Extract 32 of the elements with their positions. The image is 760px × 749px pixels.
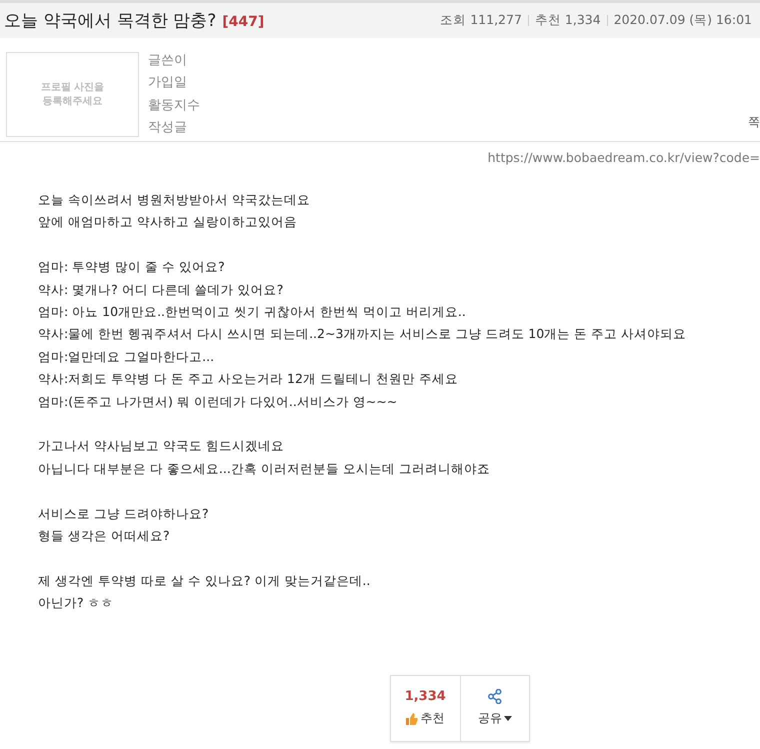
body-text-line: 앞에 애엄마하고 약사하고 실랑이하고있어음 (38, 213, 298, 232)
thumbs-up-icon (406, 712, 418, 726)
body-text-line: 엄마:얼만데요 그얼마한다고... (38, 348, 216, 366)
post-title: 오늘 약국에서 목격한 맘충? (4, 11, 216, 31)
post-meta: 추천 1,334 (534, 12, 601, 29)
share-icon (488, 689, 502, 704)
body-text-line: 엄마:(돈주고 나가면서) 뭐 이런데가 다있어..서비스가 영~~~ (38, 392, 398, 411)
profile-field-label: 글쓴이 (148, 52, 188, 70)
profile-field-label: 작성글 (148, 118, 188, 137)
share-button[interactable]: 공유 (460, 676, 529, 741)
body-text-line: 엄마: 아뇨 10개만요..한번먹이고 씻기 귀찮아서 한번씩 먹이고 버리게요.. (38, 303, 467, 322)
photo-placeholder-text: 프로필 사진을 등록해주세요 (40, 80, 106, 108)
body-text-line: 가고나서 약사님보고 약국도 힘드시겠네요 (38, 437, 285, 456)
body-text-line: 오늘 속이쓰려서 병원처방받아서 약국갔는데요 (38, 191, 311, 209)
post-meta: 조회 111,277 (440, 12, 522, 29)
body-text-line: 엄마: 투약병 많이 줄 수 있어요? (38, 258, 226, 276)
profile-field-label: 가입일 (148, 74, 188, 92)
body-text-line: 아닌가? ㅎㅎ (38, 594, 115, 612)
body-text-line: 형들 생각은 어떠세요? (38, 527, 171, 546)
body-text-line: 약사:물에 한번 헹궈주셔서 다시 쓰시면 되는데..2~3개까지는 서비스로 그냥 드려도 10개는 돈 주고 사셔야되요 (38, 325, 688, 344)
source-url[interactable]: https://www.bobaedream.co.kr/view?code= (0, 142, 760, 165)
body-text-line: 약사: 몇개나? 어디 다른데 쓸데가 있어요? (38, 280, 284, 299)
caret-icon (504, 716, 512, 722)
post-meta: 2020.07.09 (목) 16:01 (614, 12, 752, 29)
body-text-line: 제 생각엔 투약병 따로 살 수 있나요? 이게 맞는거같은데.. (38, 572, 372, 590)
body-text-line: 아닙니다 대부분은 다 좋으세요...간혹 이러저런분들 오시는데 그러려니해야죠 (38, 460, 491, 478)
body-text-line: 약사:저희도 투약병 다 돈 주고 사오는거라 12개 드릴테니 천원만 주세요 (38, 370, 459, 388)
profile-field-label: 활동지수 (148, 96, 200, 115)
recommend-button[interactable]: 1,334 추천 (391, 676, 460, 741)
comment-count: [447] (222, 14, 264, 30)
body-text-line: 서비스로 그냥 드려야하나요? (38, 504, 210, 523)
side-text: 쪽 (748, 114, 760, 131)
